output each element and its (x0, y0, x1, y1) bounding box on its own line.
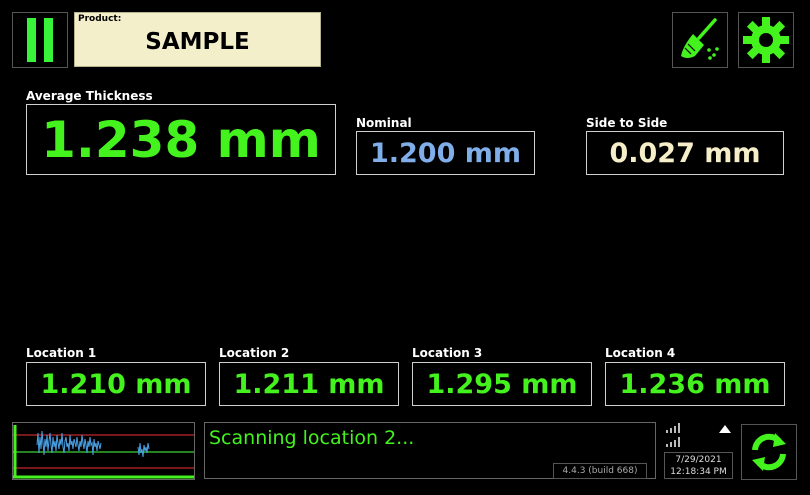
signal-icon (664, 421, 688, 449)
product-value: SAMPLE (145, 29, 250, 55)
time-label: 12:18:34 PM (670, 467, 727, 477)
refresh-button[interactable] (741, 424, 797, 480)
gear-icon (743, 17, 789, 63)
average-thickness-label: Average Thickness (26, 89, 153, 103)
location-1-label: Location 1 (26, 346, 97, 360)
side-to-side-value: 0.027 mm (586, 131, 784, 175)
pause-button[interactable] (12, 12, 68, 68)
status-panel: Scanning location 2... 4.4.3 (build 668) (204, 422, 656, 479)
product-label: Product: (78, 14, 122, 24)
date-label: 7/29/2021 (675, 455, 722, 465)
location-2-value: 1.211 mm (219, 362, 399, 406)
triangle-up-icon (719, 425, 731, 433)
datetime-display: 7/29/2021 12:18:34 PM (664, 452, 733, 479)
product-field[interactable]: Product: SAMPLE (74, 12, 321, 67)
location-4-label: Location 4 (605, 346, 676, 360)
settings-button[interactable] (738, 12, 794, 68)
version-label: 4.4.3 (build 668) (553, 463, 647, 479)
nominal-label: Nominal (356, 116, 412, 130)
broom-icon (681, 18, 719, 60)
expand-button[interactable] (717, 421, 733, 435)
nominal-value[interactable]: 1.200 mm (356, 131, 535, 175)
trend-chart[interactable] (12, 422, 195, 480)
location-3-value: 1.295 mm (412, 362, 592, 406)
location-2-label: Location 2 (219, 346, 290, 360)
side-to-side-label: Side to Side (586, 116, 668, 130)
location-1-value: 1.210 mm (26, 362, 206, 406)
location-4-value: 1.236 mm (605, 362, 785, 406)
location-3-label: Location 3 (412, 346, 483, 360)
status-message: Scanning location 2... (209, 427, 415, 449)
refresh-icon (752, 433, 786, 471)
clean-button[interactable] (672, 12, 728, 68)
trend-chart-graphic (13, 425, 194, 479)
average-thickness-value: 1.238 mm (26, 104, 336, 175)
pause-icon (27, 18, 36, 62)
